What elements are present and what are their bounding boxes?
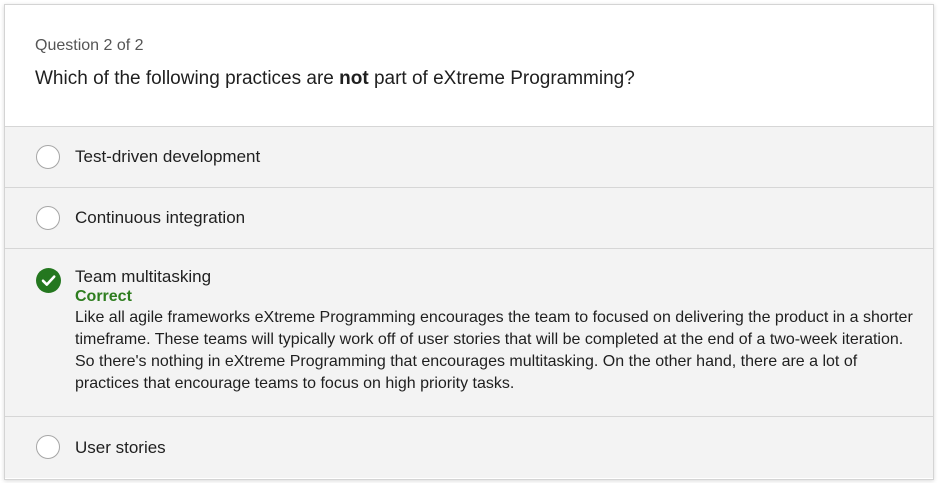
answer-option-label[interactable]: Test-driven development	[75, 147, 260, 167]
quiz-card: Question 2 of 2 Which of the following p…	[4, 4, 934, 480]
checkmark-icon[interactable]	[36, 268, 61, 293]
answer-option-team-multitasking[interactable]: Team multitasking Correct Like all agile…	[5, 249, 933, 417]
question-text: Which of the following practices are not…	[35, 68, 903, 90]
question-text-start: Which of the following practices are	[35, 68, 340, 89]
answer-option-test-driven-development[interactable]: Test-driven development	[5, 127, 933, 188]
question-text-emphasis: not	[339, 68, 369, 89]
answer-option-label[interactable]: User stories	[75, 438, 166, 458]
answer-explanation: Like all agile frameworks eXtreme Progra…	[75, 309, 913, 392]
question-header: Question 2 of 2 Which of the following p…	[5, 5, 933, 127]
correct-status-label: Correct	[75, 288, 132, 305]
answer-option-user-stories[interactable]: User stories	[5, 417, 933, 478]
radio-button-icon[interactable]	[36, 206, 60, 230]
answer-option-label[interactable]: Continuous integration	[75, 208, 245, 228]
radio-button-icon[interactable]	[36, 435, 60, 459]
question-text-end: part of eXtreme Programming?	[368, 68, 635, 89]
answer-option-continuous-integration[interactable]: Continuous integration	[5, 188, 933, 249]
answer-option-label[interactable]: Team multitasking	[75, 267, 915, 287]
radio-button-icon[interactable]	[36, 145, 60, 169]
question-counter: Question 2 of 2	[35, 37, 144, 54]
